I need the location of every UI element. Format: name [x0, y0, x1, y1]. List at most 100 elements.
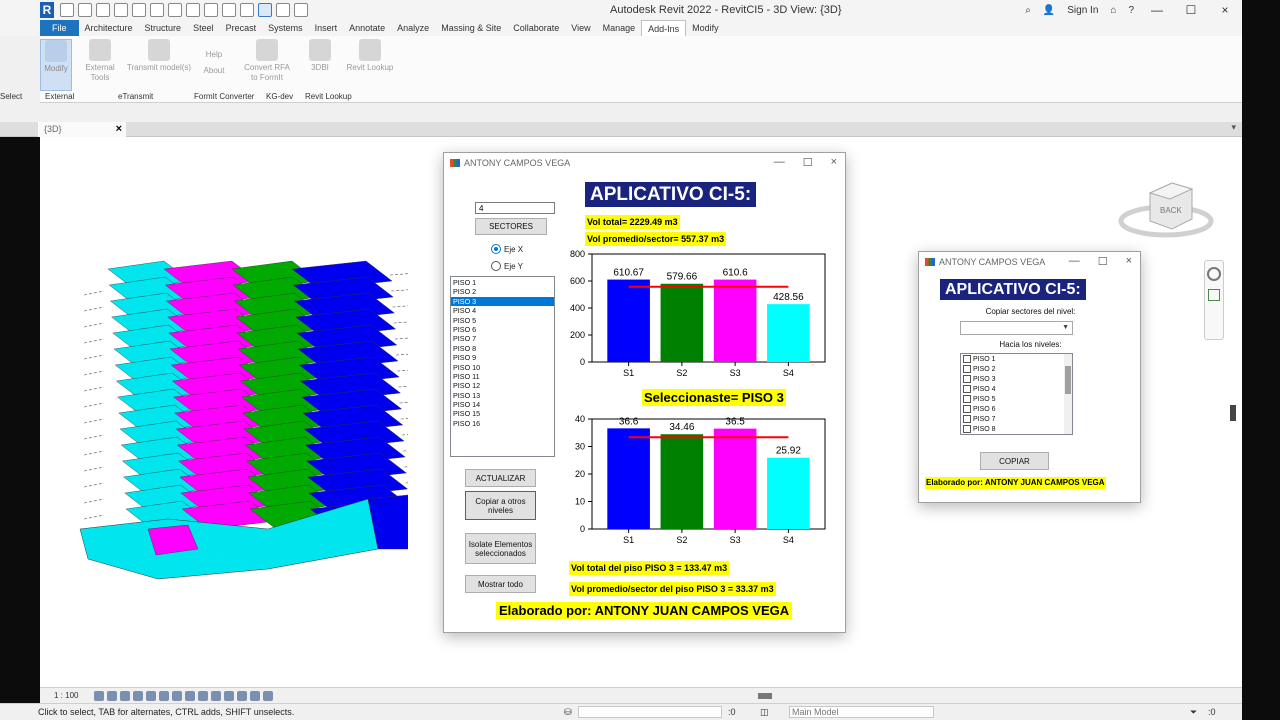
view-tab-3d[interactable]: {3D} × — [38, 122, 126, 137]
level-check-item[interactable]: PISO 8 — [961, 424, 1072, 434]
revit-lookup-button[interactable]: Revit Lookup — [342, 39, 398, 73]
analytical-model-icon[interactable] — [250, 691, 260, 701]
floor-list-item[interactable]: PISO 8 — [451, 344, 554, 353]
horizontal-scrollbar[interactable] — [758, 693, 772, 699]
crop-view-icon[interactable] — [159, 691, 169, 701]
floor-list-item[interactable]: PISO 2 — [451, 287, 554, 296]
copiar-otros-niveles-button[interactable]: Copiar a otros niveles — [465, 491, 536, 520]
tab-systems[interactable]: Systems — [262, 20, 309, 36]
search-icon[interactable]: ⌕ — [1025, 5, 1031, 16]
tab-annotate[interactable]: Annotate — [343, 20, 391, 36]
open-icon[interactable] — [60, 3, 74, 17]
source-level-combo[interactable]: ▼ — [960, 321, 1073, 335]
tab-file[interactable]: File — [40, 20, 79, 36]
floor-list-item[interactable]: PISO 9 — [451, 353, 554, 362]
cart-icon[interactable]: ⌂ — [1110, 5, 1116, 16]
level-check-item[interactable]: PISO 4 — [961, 384, 1072, 394]
panel-select[interactable]: Select — [0, 92, 22, 101]
modify-button[interactable]: Modify — [40, 39, 72, 91]
floor-list-item[interactable]: PISO 14 — [451, 400, 554, 409]
worksets-icon[interactable]: ⛁ — [564, 707, 572, 718]
eje-y-radio[interactable] — [491, 261, 501, 271]
text-icon[interactable] — [186, 3, 200, 17]
scrollbar-thumb[interactable] — [1065, 366, 1071, 394]
floor-list-item[interactable]: PISO 12 — [451, 381, 554, 390]
sectors-input[interactable] — [475, 202, 555, 214]
user-icon[interactable]: 👤 — [1043, 5, 1055, 16]
temporary-hide-icon[interactable] — [198, 691, 208, 701]
floor-listbox[interactable]: PISO 1 PISO 2 PISO 3 PISO 4 PISO 5 PISO 6 PISO… — [450, 276, 555, 457]
close-button[interactable]: × — [1126, 255, 1132, 268]
floor-list-item[interactable]: PISO 16 — [451, 419, 554, 428]
tab-view[interactable]: View — [565, 20, 596, 36]
minimize-button[interactable]: — — [1146, 3, 1168, 17]
transmit-models-button[interactable]: Transmit model(s) — [124, 39, 194, 73]
convert-rfa-button[interactable]: Convert RFA to FormIt — [240, 39, 294, 83]
maximize-button[interactable]: ☐ — [1180, 3, 1202, 17]
level-checkbox[interactable] — [963, 395, 971, 403]
level-check-item[interactable]: PISO 2 — [961, 364, 1072, 374]
level-checkbox[interactable] — [963, 415, 971, 423]
filter-icon[interactable]: ⏷ — [1190, 707, 1197, 718]
tab-insert[interactable]: Insert — [309, 20, 344, 36]
section-icon[interactable] — [222, 3, 236, 17]
tab-analyze[interactable]: Analyze — [391, 20, 435, 36]
tab-structure[interactable]: Structure — [139, 20, 188, 36]
tab-modify[interactable]: Modify — [686, 20, 725, 36]
copiar-button[interactable]: COPIAR — [980, 452, 1049, 470]
level-check-item[interactable]: PISO 5 — [961, 394, 1072, 404]
reveal-hidden-icon[interactable] — [211, 691, 221, 701]
floor-list-item[interactable]: PISO 1 — [451, 278, 554, 287]
print-icon[interactable] — [150, 3, 164, 17]
floor-list-item[interactable]: PISO 10 — [451, 363, 554, 372]
close-button[interactable]: × — [1214, 3, 1236, 17]
active-workset-field[interactable] — [578, 706, 722, 718]
floor-list-item[interactable]: PISO 6 — [451, 325, 554, 334]
tab-architecture[interactable]: Architecture — [79, 20, 139, 36]
level-check-item[interactable]: PISO 7 — [961, 414, 1072, 424]
viewcube[interactable]: BACK — [1116, 179, 1216, 249]
worksharing-icon[interactable] — [224, 691, 234, 701]
vertical-scrollbar[interactable] — [1230, 405, 1236, 421]
level-check-item[interactable]: PISO 3 — [961, 374, 1072, 384]
target-levels-checklist[interactable]: PISO 1 PISO 2 PISO 3 PISO 4 PISO 5 PISO 6 PISO… — [960, 353, 1073, 435]
close-view-icon[interactable]: × — [116, 122, 122, 137]
level-checkbox[interactable] — [963, 365, 971, 373]
mostrar-todo-button[interactable]: Mostrar todo — [465, 575, 536, 593]
revit-logo-icon[interactable]: R — [40, 2, 54, 18]
floor-list-item[interactable]: PISO 4 — [451, 306, 554, 315]
close-hidden-icon[interactable] — [258, 3, 272, 17]
design-options-icon[interactable]: ◫ — [760, 707, 769, 718]
about-button[interactable]: About — [200, 66, 228, 76]
highlight-displacement-icon[interactable] — [263, 691, 273, 701]
floor-list-item[interactable]: PISO 3 — [451, 296, 554, 307]
steering-wheel-icon[interactable] — [1207, 267, 1221, 281]
eje-y-option[interactable]: Eje Y — [491, 261, 523, 271]
detail-level-icon[interactable] — [94, 691, 104, 701]
show-crop-icon[interactable] — [172, 691, 182, 701]
customize-icon[interactable] — [294, 3, 308, 17]
floor-list-item[interactable]: PISO 7 — [451, 334, 554, 343]
tab-massing-site[interactable]: Massing & Site — [435, 20, 507, 36]
level-checkbox[interactable] — [963, 355, 971, 363]
tab-add-ins[interactable]: Add-Ins — [641, 20, 687, 36]
tab-manage[interactable]: Manage — [597, 20, 642, 36]
sync-icon[interactable] — [96, 3, 110, 17]
lock-view-icon[interactable] — [185, 691, 195, 701]
floor-list-item[interactable]: PISO 15 — [451, 409, 554, 418]
close-button[interactable]: × — [831, 156, 837, 169]
tab-precast[interactable]: Precast — [220, 20, 263, 36]
floor-list-item[interactable]: PISO 11 — [451, 372, 554, 381]
tab-collaborate[interactable]: Collaborate — [507, 20, 565, 36]
switch-windows-icon[interactable] — [276, 3, 290, 17]
shadows-icon[interactable] — [133, 691, 143, 701]
maximize-button[interactable]: ☐ — [1098, 255, 1108, 268]
redo-icon[interactable] — [132, 3, 146, 17]
sign-in-link[interactable]: Sign In — [1067, 5, 1098, 16]
level-checkbox[interactable] — [963, 425, 971, 433]
undo-icon[interactable] — [114, 3, 128, 17]
external-tools-button[interactable]: External Tools — [80, 39, 120, 83]
minimize-button[interactable]: — — [1069, 255, 1080, 268]
level-checkbox[interactable] — [963, 375, 971, 383]
3d-view-icon[interactable] — [204, 3, 218, 17]
